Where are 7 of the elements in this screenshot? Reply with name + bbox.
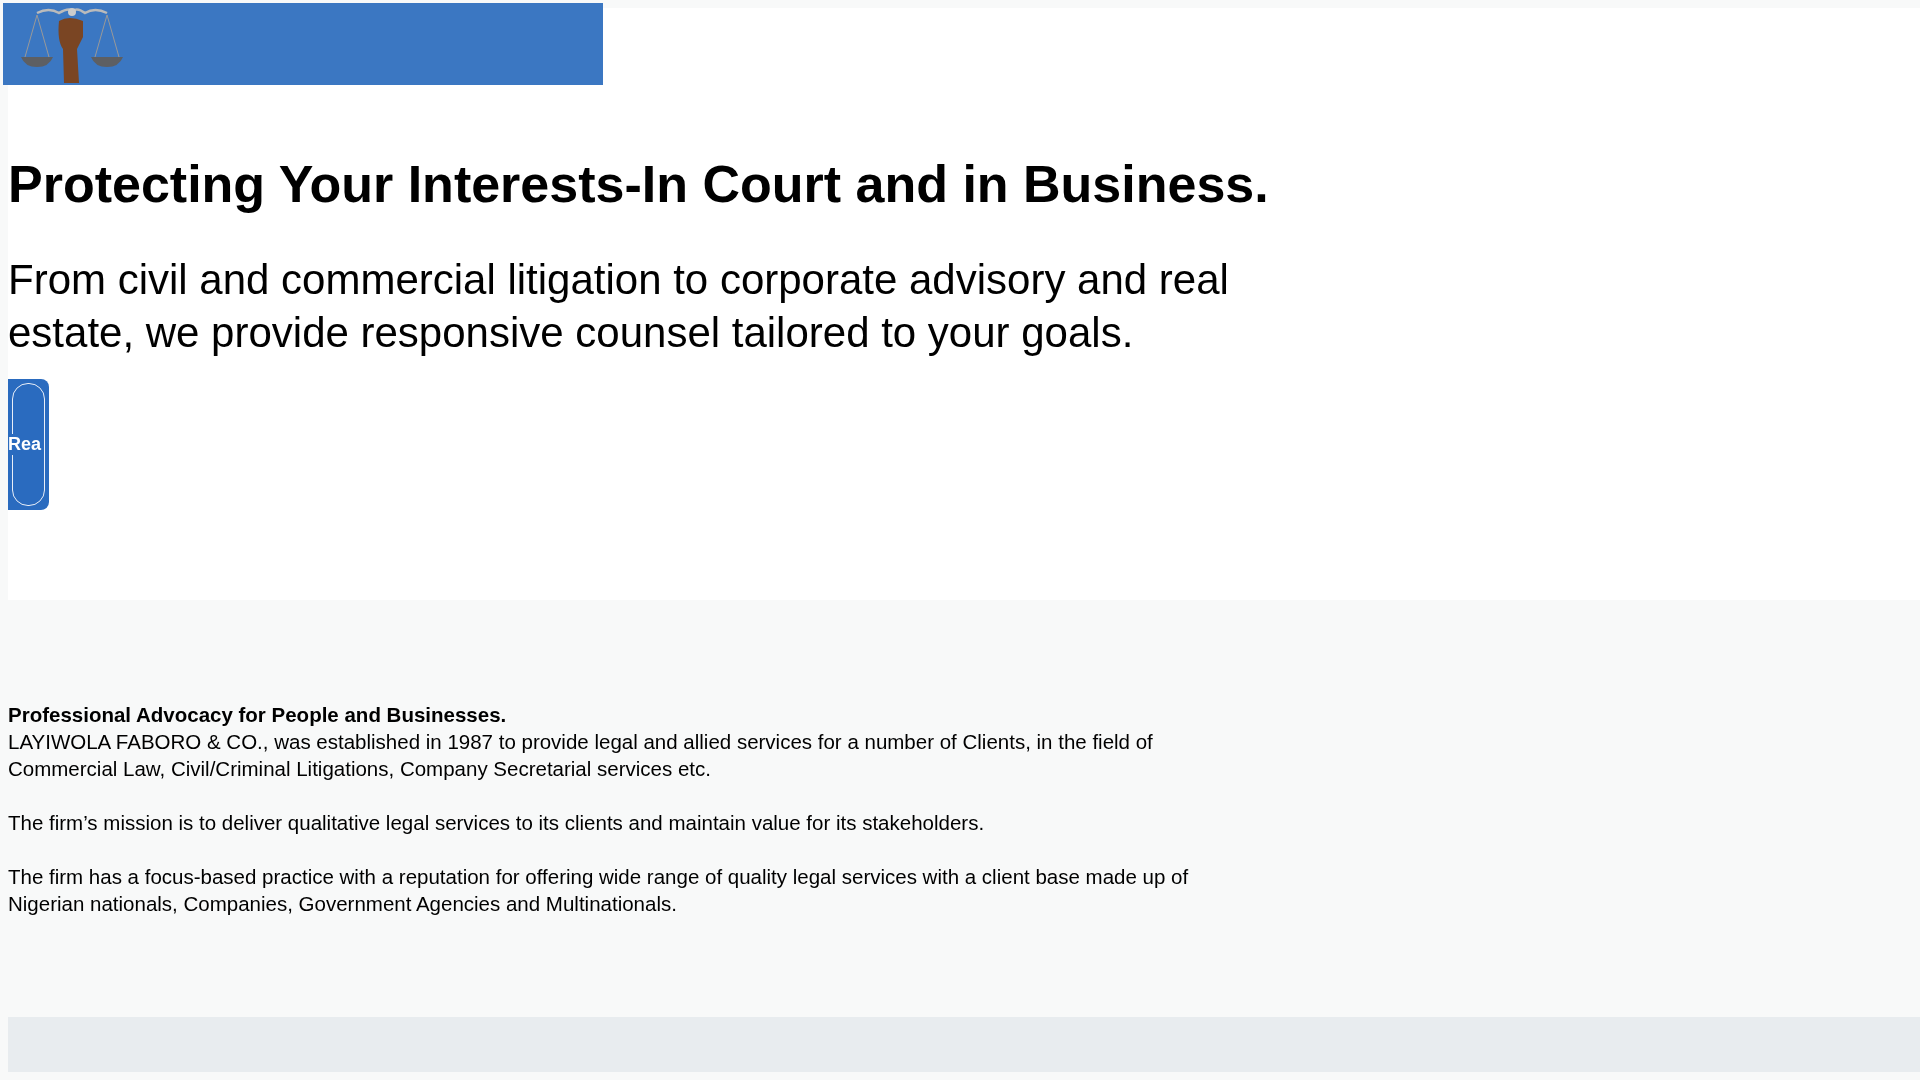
hero-title: Protecting Your Interests-In Court and in Business. bbox=[8, 156, 1270, 214]
about-paragraph: LAYIWOLA FABORO & CO., was established in 1987 to provide legal and allied services for a number of Clients, in the field of Commercial Law, Civil/Criminal Litigations, Company Secretarial services etc. bbox=[8, 729, 1154, 782]
hero-subtitle: From civil and commercial litigation to corporate advisory and real estate, we provide responsive counsel tailored to your goals. bbox=[8, 255, 1230, 359]
about-heading: Professional Advocacy for People and Businesses. bbox=[8, 702, 508, 728]
about-paragraph: The firm has a focus-based practice with a reputation for offering wide range of quality legal services with a client base made up of Nigerian nationals, Companies, Government Agencies and Multinationals. bbox=[8, 864, 1190, 917]
read-more-button[interactable]: Rea bbox=[8, 379, 49, 511]
about-paragraph: The firm’s mission is to deliver qualitative legal services to its clients and maintain value for its stakeholders. bbox=[8, 810, 986, 836]
